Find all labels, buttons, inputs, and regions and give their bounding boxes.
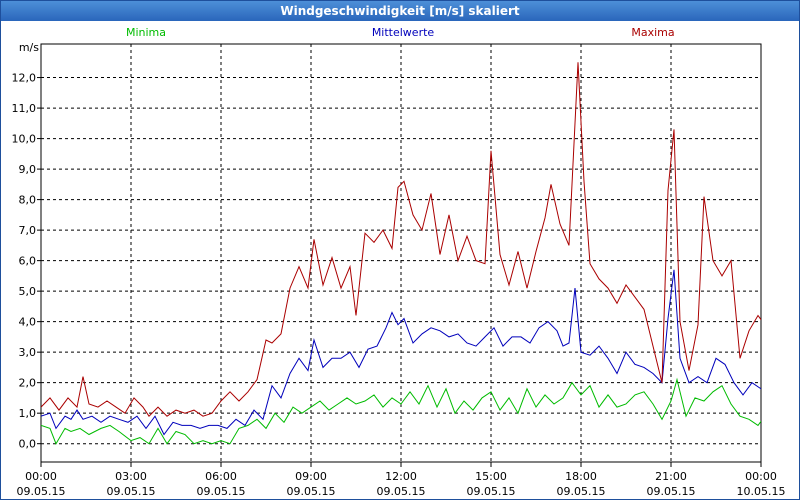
wind-speed-chart: 0,0 1,0 2,0 3,0 4,0 5,0 6,0 7,0 8,0 9,0 10,0 11,0 12… xyxy=(12,26,786,498)
axis-labels: 0,0 1,0 2,0 3,0 4,0 5,0 6,0 7,0 8,0 9,0 10,0 11,0 12… xyxy=(12,41,786,498)
y-tick-label: 1,0 xyxy=(19,407,37,420)
y-tick-label: 3,0 xyxy=(19,346,37,359)
x-tick-date-label: 09.05.15 xyxy=(287,485,336,498)
y-tick-label: 0,0 xyxy=(19,438,37,451)
x-tick-time-label: 09:00 xyxy=(295,470,327,483)
x-tick-time-label: 00:00 xyxy=(745,470,777,483)
series-line-maxima xyxy=(41,62,761,417)
x-tick-time-label: 06:00 xyxy=(205,470,237,483)
y-tick-label: 6,0 xyxy=(19,255,37,268)
y-tick-label: 10,0 xyxy=(12,133,37,146)
y-tick-label: 12,0 xyxy=(12,72,37,85)
x-tick-date-label: 09.05.15 xyxy=(17,485,66,498)
x-tick-date-label: 09.05.15 xyxy=(377,485,426,498)
x-tick-time-label: 12:00 xyxy=(385,470,417,483)
y-tick-label: 2,0 xyxy=(19,377,37,390)
x-tick-time-label: 15:00 xyxy=(475,470,507,483)
x-tick-time-label: 03:00 xyxy=(115,470,147,483)
x-tick-time-label: 00:00 xyxy=(25,470,57,483)
x-tick-date-label: 10.05.15 xyxy=(737,485,786,498)
series-line-minima xyxy=(41,377,761,445)
y-tick-label: 9,0 xyxy=(19,163,37,176)
legend-item-mittelwerte: Mittelwerte xyxy=(372,26,435,39)
legend-item-maxima: Maxima xyxy=(631,26,674,39)
chart-window: Windgeschwindigkeit [m/s] skaliert 0,0 1,… xyxy=(0,0,800,500)
y-tick-label: 5,0 xyxy=(19,285,37,298)
y-tick-label: 7,0 xyxy=(19,224,37,237)
legend: Minima Mittelwerte Maxima xyxy=(126,26,675,39)
x-tick-date-label: 09.05.15 xyxy=(647,485,696,498)
x-tick-date-label: 09.05.15 xyxy=(197,485,246,498)
x-tick-time-label: 21:00 xyxy=(655,470,687,483)
x-tick-date-label: 09.05.15 xyxy=(467,485,516,498)
y-tick-label: 4,0 xyxy=(19,316,37,329)
y-axis-label: m/s xyxy=(19,41,39,54)
x-tick-date-label: 09.05.15 xyxy=(557,485,606,498)
x-tick-date-label: 09.05.15 xyxy=(107,485,156,498)
y-tick-label: 11,0 xyxy=(12,102,37,115)
legend-item-minima: Minima xyxy=(126,26,166,39)
series-lines xyxy=(41,62,761,445)
y-tick-label: 8,0 xyxy=(19,194,37,207)
x-tick-time-label: 18:00 xyxy=(565,470,597,483)
grid-lines xyxy=(41,44,761,462)
